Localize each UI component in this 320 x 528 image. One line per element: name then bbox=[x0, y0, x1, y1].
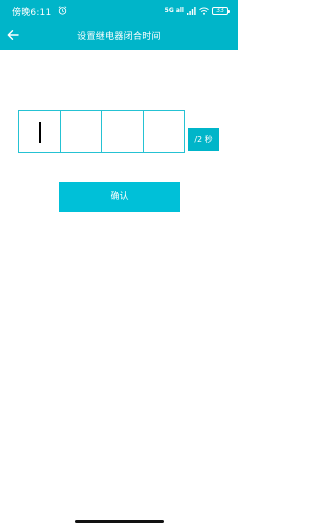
alarm-icon bbox=[58, 6, 67, 15]
code-box-3[interactable] bbox=[101, 111, 143, 152]
home-indicator[interactable] bbox=[75, 520, 164, 523]
confirm-button[interactable]: 确认 bbox=[59, 182, 180, 212]
code-input[interactable] bbox=[18, 110, 185, 153]
status-bar: 傍晚6:11 5G all 33 bbox=[0, 0, 238, 22]
code-box-2[interactable] bbox=[59, 111, 102, 152]
signal-icon bbox=[187, 7, 196, 15]
unit-badge[interactable]: /2 秒 bbox=[188, 128, 219, 151]
text-cursor bbox=[39, 122, 41, 143]
status-icons: 5G all 33 bbox=[164, 5, 230, 17]
code-box-4[interactable] bbox=[142, 111, 185, 152]
app-bar: 设置继电器闭合时间 bbox=[0, 22, 238, 50]
header: 傍晚6:11 5G all 33 设置继电器闭合时间 bbox=[0, 0, 238, 50]
screen: 傍晚6:11 5G all 33 设置继电器闭合时间 /2 秒 确认 bbox=[0, 0, 238, 528]
network-label: 5G all bbox=[164, 7, 184, 14]
status-time: 傍晚6:11 bbox=[12, 8, 52, 18]
code-box-1[interactable] bbox=[19, 111, 60, 152]
wifi-icon bbox=[199, 7, 209, 15]
battery-icon: 33 bbox=[212, 7, 230, 15]
page-title: 设置继电器闭合时间 bbox=[77, 32, 161, 42]
battery-level: 33 bbox=[216, 7, 224, 14]
